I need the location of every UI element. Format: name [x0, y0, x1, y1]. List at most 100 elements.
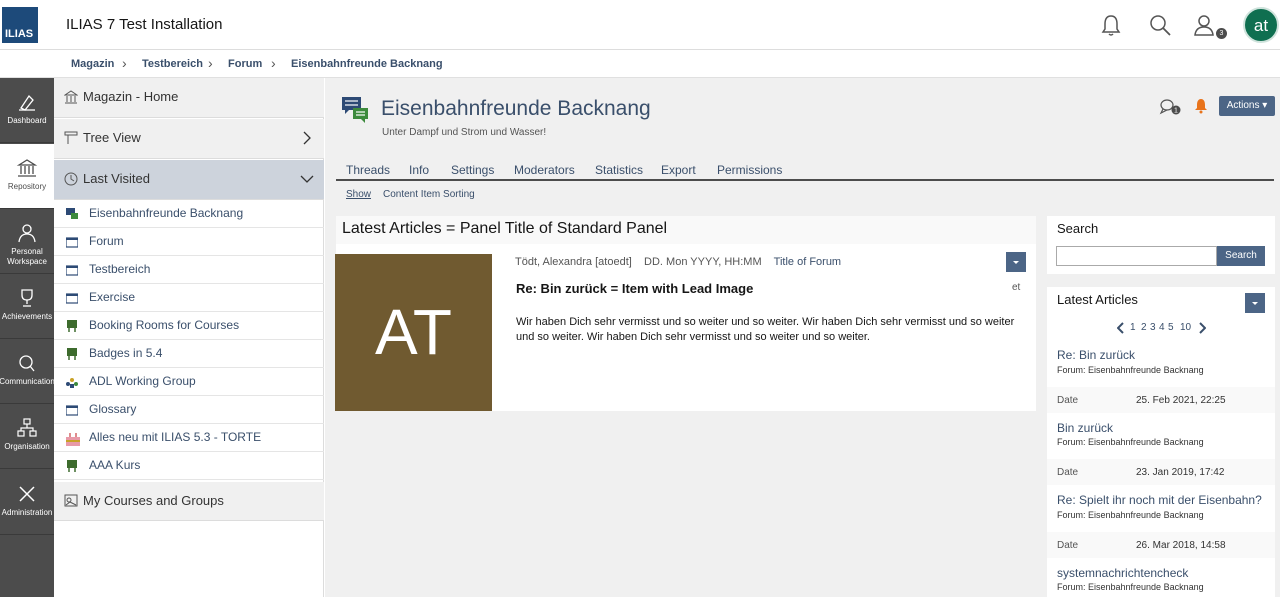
- slate-last-visited[interactable]: Last Visited: [54, 160, 324, 200]
- article-title[interactable]: Re: Spielt ihr noch mit der Eisenbahn?: [1057, 493, 1262, 507]
- booking-icon: [66, 348, 78, 360]
- tab-export[interactable]: Export: [661, 163, 696, 177]
- breadcrumb-item[interactable]: Eisenbahnfreunde Backnang: [291, 58, 443, 70]
- trophy-icon: [15, 288, 39, 308]
- mainbar-item-administration[interactable]: Administration: [0, 470, 54, 535]
- administration-icon: [15, 484, 39, 504]
- slate-my-courses[interactable]: My Courses and Groups: [54, 482, 324, 521]
- last-visited-item[interactable]: Testbereich: [54, 256, 324, 284]
- breadcrumb-item[interactable]: Forum: [228, 58, 262, 70]
- last-visited-item[interactable]: Booking Rooms for Courses: [54, 312, 324, 340]
- last-visited-item[interactable]: Forum: [54, 228, 324, 256]
- tab-info[interactable]: Info: [409, 163, 429, 177]
- last-visited-item[interactable]: ADL Working Group: [54, 368, 324, 396]
- article-forum: Forum: Eisenbahnfreunde Backnang: [1057, 437, 1204, 447]
- pager-page[interactable]: 5: [1168, 322, 1174, 333]
- personal-workspace-icon: [15, 223, 39, 243]
- mainbar-label: Personal Workspace: [7, 247, 47, 266]
- chevron-right-icon: [300, 131, 314, 145]
- subtab-show[interactable]: Show: [346, 189, 371, 200]
- tab-settings[interactable]: Settings: [451, 163, 494, 177]
- pager-page[interactable]: 3: [1150, 322, 1156, 333]
- breadcrumb-item[interactable]: Testbereich: [142, 58, 203, 70]
- app-title[interactable]: ILIAS 7 Test Installation: [66, 16, 222, 33]
- article-date-label: Date: [1057, 395, 1079, 406]
- slate-home[interactable]: Magazin - Home: [54, 78, 324, 118]
- bell-icon[interactable]: [1098, 12, 1124, 38]
- tab-statistics[interactable]: Statistics: [595, 163, 643, 177]
- mainbar-item-achievements[interactable]: Achievements: [0, 274, 54, 339]
- article-forum: Forum: Eisenbahnfreunde Backnang: [1057, 510, 1204, 520]
- last-visited-item[interactable]: Badges in 5.4: [54, 340, 324, 368]
- last-visited-item[interactable]: Glossary: [54, 396, 324, 424]
- caret-down-icon: [1013, 261, 1019, 264]
- article-title[interactable]: Re: Bin zurück: [1057, 348, 1135, 362]
- lead-image[interactable]: AT: [335, 254, 492, 411]
- mainbar-item-repository[interactable]: Repository: [0, 144, 54, 209]
- pager-page[interactable]: 1: [1130, 322, 1136, 333]
- last-visited-label: Booking Rooms for Courses: [89, 318, 240, 332]
- comments-icon[interactable]: 1: [1159, 98, 1181, 116]
- chevron-right-icon: ›: [271, 55, 276, 71]
- article-date: 26. Mar 2018, 14:58: [1136, 540, 1226, 551]
- breadcrumb-item[interactable]: Magazin: [71, 58, 114, 70]
- search-button[interactable]: Search: [1217, 246, 1265, 266]
- search-icon[interactable]: [1147, 12, 1173, 38]
- pager-page[interactable]: 4: [1159, 322, 1165, 333]
- comments-badge: 1: [1174, 108, 1178, 115]
- pager-prev-icon[interactable]: [1117, 322, 1125, 334]
- article-title[interactable]: systemnachrichtencheck: [1057, 566, 1188, 580]
- caret-down-icon: [1252, 302, 1258, 305]
- slate-home-label: Magazin - Home: [83, 89, 179, 104]
- actions-button[interactable]: Actions ▾: [1219, 96, 1275, 116]
- item-dropdown-button[interactable]: [1006, 252, 1026, 272]
- subtab-content-item-sorting[interactable]: Content Item Sorting: [383, 189, 475, 200]
- tab-threads[interactable]: Threads: [346, 163, 390, 177]
- item-forum-link[interactable]: Title of Forum: [774, 256, 841, 268]
- last-visited-item[interactable]: AAA Kurs: [54, 452, 324, 480]
- article-date-label: Date: [1057, 540, 1079, 551]
- booking-icon: [66, 320, 78, 332]
- ilias-logo[interactable]: ILIAS: [2, 7, 38, 43]
- mainbar-item-dashboard[interactable]: Dashboard: [0, 78, 54, 143]
- article-forum: Forum: Eisenbahnfreunde Backnang: [1057, 365, 1204, 375]
- booking-icon: [66, 460, 78, 472]
- last-visited-item[interactable]: Alles neu mit ILIAS 5.3 - TORTE: [54, 424, 324, 452]
- mainbar-label: Administration: [1, 508, 53, 517]
- mainbar-item-organisation[interactable]: Organisation: [0, 404, 54, 469]
- mainbar-item-communication[interactable]: Communication: [0, 339, 55, 404]
- notification-bell-icon[interactable]: [1193, 98, 1213, 116]
- header: ILIAS ILIAS 7 Test Installation 3 at: [0, 0, 1280, 50]
- search-input[interactable]: [1056, 246, 1217, 266]
- notification-badge: 3: [1216, 28, 1227, 39]
- mainbar-item-personal-workspace[interactable]: Personal Workspace: [0, 209, 54, 274]
- home-icon: [64, 90, 78, 104]
- last-visited-label: Eisenbahnfreunde Backnang: [89, 206, 244, 220]
- item-text: Wir haben Dich sehr vermisst und so weit…: [516, 316, 1015, 343]
- last-visited-label: Glossary: [89, 402, 137, 416]
- group-icon: [66, 376, 78, 388]
- article-title[interactable]: Bin zurück: [1057, 421, 1113, 435]
- last-visited-item[interactable]: Eisenbahnfreunde Backnang: [54, 200, 324, 228]
- last-visited-item[interactable]: Exercise: [54, 284, 324, 312]
- breadcrumb: Magazin › Testbereich › Forum › Eisenbah…: [0, 51, 1280, 78]
- page-title: Eisenbahnfreunde Backnang: [381, 97, 651, 120]
- forum-icon: [66, 208, 78, 220]
- pager-page[interactable]: 2: [1141, 322, 1147, 333]
- tab-moderators[interactable]: Moderators: [514, 163, 575, 177]
- chevron-right-icon: ›: [208, 55, 213, 71]
- pager-page[interactable]: 10: [1180, 322, 1191, 333]
- pager-next-icon[interactable]: [1198, 322, 1206, 334]
- item-date: DD. Mon YYYY, HH:MM: [644, 256, 762, 268]
- category-icon: [66, 264, 78, 276]
- slate: Magazin - Home Tree View Last Visited Ei…: [54, 78, 324, 597]
- slate-tree-view[interactable]: Tree View: [54, 119, 324, 159]
- tab-permissions[interactable]: Permissions: [717, 163, 782, 177]
- mainbar-label: Dashboard: [7, 116, 47, 125]
- tree-view-icon: [64, 131, 78, 145]
- page-subtitle: Unter Dampf und Strom und Wasser!: [382, 127, 547, 138]
- avatar[interactable]: at: [1243, 7, 1279, 43]
- latest-articles-dropdown-button[interactable]: [1245, 293, 1265, 313]
- chevron-down-icon: [300, 172, 314, 186]
- item-title[interactable]: Re: Bin zurück = Item with Lead Image: [516, 281, 753, 296]
